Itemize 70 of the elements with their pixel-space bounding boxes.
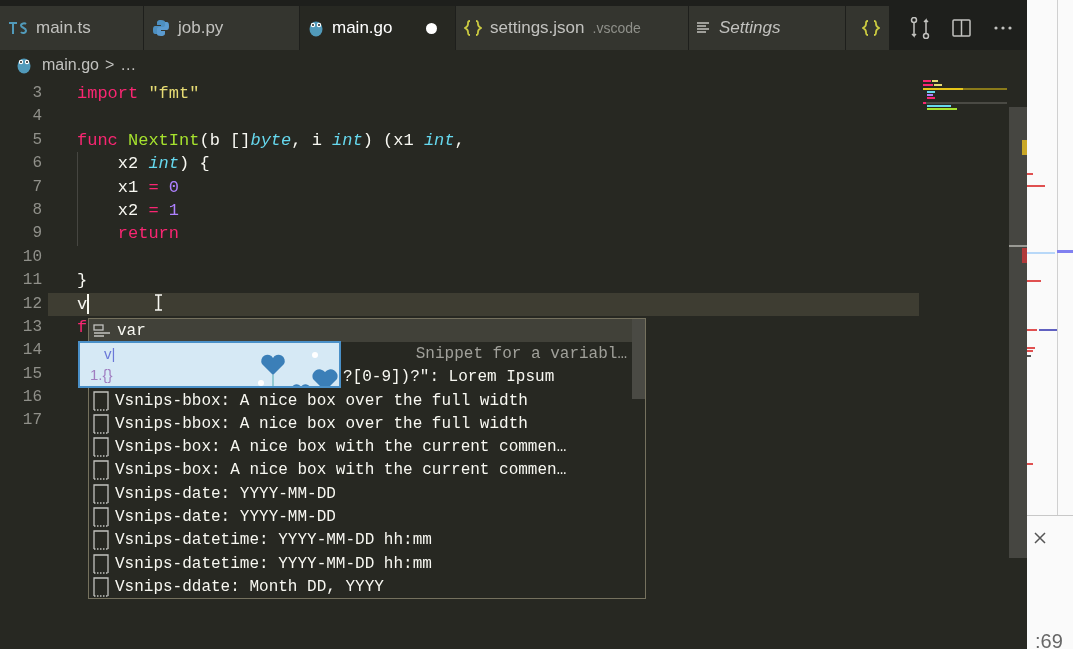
code-line: v [77, 293, 88, 316]
snippet-icon [93, 483, 109, 504]
text-cursor [87, 294, 90, 315]
snippet-icon [93, 460, 109, 481]
code-line: x2 int) { [116, 153, 210, 176]
line-number: 9 [32, 224, 42, 243]
line-number: 7 [32, 177, 42, 196]
snippet-icon [93, 553, 109, 574]
braces-icon [862, 20, 880, 36]
code-line: x2 = 1 [116, 199, 180, 222]
snippet-icon [93, 437, 109, 458]
code-line: f [77, 316, 88, 339]
line-number: 17 [22, 411, 42, 430]
tab[interactable]: job.py [144, 6, 299, 50]
line-number: 6 [32, 154, 42, 173]
snippet-icon [93, 390, 109, 411]
tab[interactable]: settings.json .vscode [456, 6, 688, 50]
suggestion-item[interactable]: Vsnips-datetime: YYYY-MM-DD hh:mm [89, 528, 645, 552]
suggestion-item[interactable]: Vsnips-box: A nice box with the current commen… [89, 435, 645, 459]
file-path-hint: .vscode [592, 18, 641, 38]
keyword-icon [93, 323, 111, 338]
python-icon [152, 19, 170, 37]
code-line: x1 = 0 [116, 176, 180, 199]
suggestion-item[interactable]: Vsnips-ddate: Month DD, YYYY [89, 575, 645, 599]
line-number: 14 [22, 341, 42, 360]
gopher-icon [308, 19, 324, 37]
line-number: 4 [32, 107, 42, 126]
code-line: } [77, 270, 88, 293]
popup-text: 1.{} [90, 365, 114, 385]
line-number: 12 [22, 294, 42, 313]
breadcrumb-item[interactable]: … [120, 53, 137, 77]
line-number: 8 [32, 200, 42, 219]
line-number: 10 [22, 247, 42, 266]
compare-changes-icon [910, 17, 930, 39]
line-number: 3 [32, 84, 42, 102]
suggestion-item[interactable]: Vsnips-bbox: A nice box over the full width [89, 412, 645, 436]
snippet-icon [93, 413, 109, 434]
lines-icon [697, 22, 711, 34]
suggestion-item[interactable]: Vsnips-datetime: YYYY-MM-DD hh:mm [89, 551, 645, 576]
breadcrumb-item[interactable]: main.go [42, 53, 99, 77]
suggestion-scrollbar[interactable] [632, 319, 645, 399]
suggestion-item[interactable]: Vsnips-bbox: A nice box over the full width [89, 388, 645, 413]
line-number: 16 [22, 388, 42, 407]
code-line: return [116, 223, 180, 246]
gopher-icon [16, 56, 32, 74]
split-editor-icon [952, 18, 972, 38]
tab[interactable]: main.ts [0, 6, 143, 50]
typescript-icon [8, 21, 28, 35]
tab[interactable]: main.go [300, 6, 455, 50]
suggestion-item[interactable]: Vsnips-date: YYYY-MM-DD [89, 505, 645, 529]
snippet-icon [93, 530, 109, 551]
tab[interactable]: Settings [689, 6, 845, 50]
code-line: import "fmt" [77, 83, 200, 105]
text-cursor-icon [154, 294, 163, 311]
popup-text: v| [104, 344, 117, 364]
close-icon[interactable] [1034, 532, 1046, 544]
footer-text: :69 [1035, 630, 1063, 649]
line-number: 5 [32, 130, 42, 149]
breadcrumb-separator: > [104, 55, 115, 75]
code-line: func NextInt(b []byte, i int) (x1 int, [77, 129, 465, 152]
suggestion-item[interactable]: Vsnips-box: A nice box with the current commen… [89, 458, 645, 483]
line-number: 11 [22, 271, 42, 290]
line-number: 15 [22, 364, 42, 383]
suggestion-item[interactable]: Vsnips-date: YYYY-MM-DD [89, 482, 645, 506]
braces-icon [464, 20, 482, 36]
tab[interactable] [846, 6, 889, 50]
line-number: 13 [22, 317, 42, 336]
snippet-icon [93, 576, 109, 597]
more-actions-icon [994, 26, 1012, 30]
snippet-icon [93, 507, 109, 527]
